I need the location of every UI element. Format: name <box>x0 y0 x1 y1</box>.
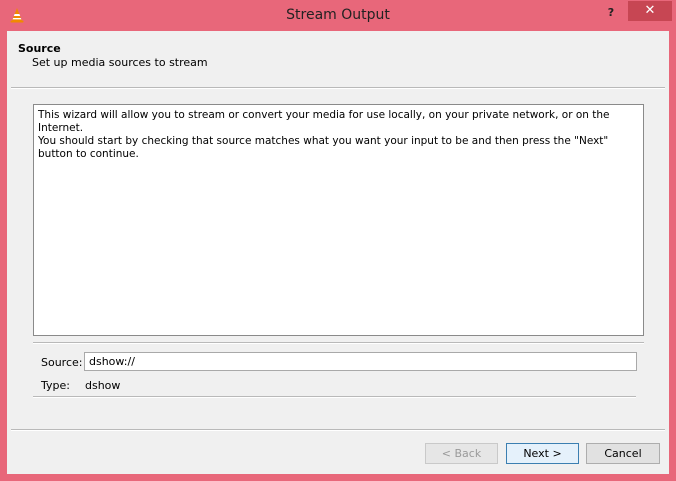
description-text: This wizard will allow you to stream or … <box>38 109 610 160</box>
help-button[interactable]: ? <box>600 4 622 22</box>
type-label: Type: <box>41 379 70 392</box>
header-divider <box>11 87 665 89</box>
description-text-area[interactable]: This wizard will allow you to stream or … <box>33 104 644 336</box>
cancel-button[interactable]: Cancel <box>586 443 660 464</box>
stream-output-window: Stream Output ? ✕ Source Set up media so… <box>0 0 676 481</box>
source-input-value: dshow:// <box>89 355 135 368</box>
source-input[interactable]: dshow:// <box>84 352 637 371</box>
footer-divider <box>11 429 665 431</box>
source-bottom-divider <box>33 396 636 398</box>
wizard-body: Source Set up media sources to stream Th… <box>7 31 669 474</box>
title-bar[interactable]: Stream Output ? ✕ <box>0 0 676 32</box>
window-title: Stream Output <box>286 7 390 23</box>
source-label: Source: <box>41 356 83 369</box>
page-subtitle: Set up media sources to stream <box>32 56 208 69</box>
type-value: dshow <box>85 379 121 392</box>
next-button[interactable]: Next > <box>506 443 579 464</box>
page-title: Source <box>18 42 61 55</box>
back-button[interactable]: < Back <box>425 443 498 464</box>
source-top-divider <box>33 342 644 344</box>
close-button[interactable]: ✕ <box>628 1 672 21</box>
